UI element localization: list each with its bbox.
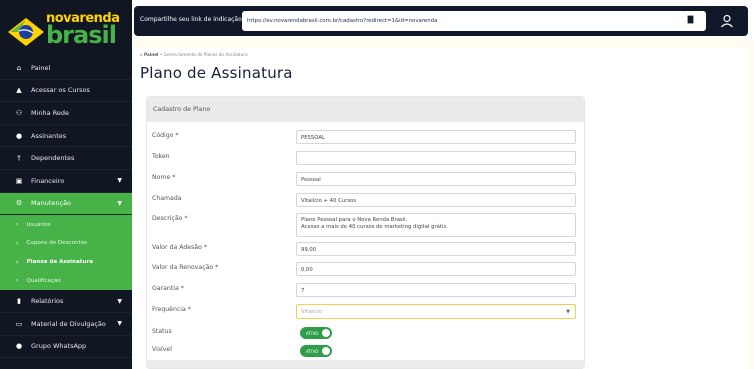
visivel-toggle[interactable]: ATIVO <box>300 345 332 357</box>
chevron-right-icon: › <box>16 258 19 266</box>
right-accent-strip <box>746 40 754 369</box>
sidebar-subitem-label: Usuários <box>26 221 51 228</box>
brazil-flag-logo-icon <box>8 18 44 46</box>
sidebar-item-painel[interactable]: ⌂ Painel <box>0 57 132 80</box>
sidebar-item-financeiro[interactable]: ▣ Financeiro ▼ <box>0 170 132 193</box>
bar-chart-icon: ▮ <box>17 297 21 306</box>
frequencia-select[interactable]: Vitalício ▼ <box>296 304 576 319</box>
graduation-cap-icon: ▲ <box>16 86 22 95</box>
chevron-right-icon: › <box>16 277 19 285</box>
valor-adesao-label: Valor da Adesão * <box>152 244 207 251</box>
referral-link-field[interactable]: https://ev.novarendabrasil.com.br/cadast… <box>242 11 706 31</box>
status-toggle[interactable]: ATIVO <box>300 327 332 339</box>
card-footer <box>147 360 584 368</box>
sidebar-item-minha-rede[interactable]: ⚇ Minha Rede <box>0 102 132 125</box>
card-header: Cadastro de Plano <box>147 97 584 122</box>
chevron-down-icon: ▼ <box>117 320 122 328</box>
token-field[interactable] <box>296 151 576 165</box>
sidebar-item-label: Relatórios <box>31 297 64 306</box>
sidebar-submenu-manutencao: › Usuários › Cupons de Descontos › Plano… <box>0 215 132 291</box>
brand-logo[interactable]: novarenda brasil <box>6 8 128 52</box>
sidebar-subitem-cupons[interactable]: › Cupons de Descontos <box>0 234 132 253</box>
status-label: Status <box>152 328 172 335</box>
garantia-label: Garantia * <box>152 285 184 292</box>
sidebar-item-label: Grupo WhatsApp <box>31 342 87 351</box>
visivel-toggle-text: ATIVO <box>306 348 319 354</box>
chevron-down-icon: ▼ <box>566 309 570 315</box>
sidebar-item-relatorios[interactable]: ▮ Relatórios ▼ <box>0 290 132 313</box>
descricao-line-2: Acesso a mais de 40 cursos de marketing … <box>301 223 448 230</box>
nome-field[interactable]: Pessoal <box>296 172 576 186</box>
chamada-label: Chamada <box>152 195 182 202</box>
card-header-title: Cadastro de Plano <box>153 106 211 113</box>
sidebar-subitem-label: Planos de Assinatura <box>26 259 93 266</box>
page-title: Plano de Assinatura <box>140 64 293 82</box>
sidebar-subitem-planos[interactable]: › Planos de Assinatura <box>0 253 132 272</box>
sidebar-item-label: Assinantes <box>31 131 67 140</box>
visivel-label: Visível <box>152 346 172 353</box>
sidebar-item-label: Acessar os Cursos <box>31 86 90 95</box>
descricao-label: Descrição * <box>152 215 188 222</box>
network-icon: ⚇ <box>15 108 23 117</box>
user-profile-icon[interactable] <box>720 14 734 28</box>
toggle-knob <box>322 329 330 337</box>
sidebar-subitem-qualificacao[interactable]: › Qualificação <box>0 272 132 291</box>
sidebar-item-manutencao[interactable]: ⚙ Manutenção ▼ <box>0 192 132 216</box>
valor-renovacao-field[interactable]: 0,00 <box>296 262 576 276</box>
chamada-field[interactable]: Vitalício + 40 Cursos <box>296 193 576 207</box>
top-bar: Compartilhe seu link de indicação: https… <box>134 6 748 36</box>
valor-adesao-field[interactable]: 99,00 <box>296 242 576 256</box>
chevron-right-icon: › <box>16 239 19 247</box>
breadcrumb-separator: • <box>159 52 163 57</box>
brand-name-bottom: brasil <box>46 21 117 49</box>
breadcrumb-current: Gerenciamento de Planos de Assinatura <box>163 52 248 57</box>
gear-icon: ⚙ <box>15 199 23 208</box>
breadcrumb: ⌂ Painel • Gerenciamento de Planos de As… <box>140 52 248 57</box>
sidebar-subitem-usuarios[interactable]: › Usuários <box>0 215 132 234</box>
nome-label: Nome * <box>152 174 176 181</box>
chevron-down-icon: ▼ <box>117 297 122 305</box>
valor-renovacao-label: Valor da Renovação * <box>152 264 219 271</box>
toggle-knob <box>322 347 330 355</box>
chevron-down-icon: ▼ <box>117 177 122 185</box>
codigo-label: Código * <box>152 132 179 139</box>
chat-icon: ● <box>15 342 23 351</box>
chevron-right-icon: › <box>16 221 19 229</box>
money-icon: ▣ <box>15 176 23 185</box>
sidebar-item-whatsapp[interactable]: ● Grupo WhatsApp <box>0 336 132 359</box>
status-toggle-text: ATIVO <box>306 330 319 336</box>
sidebar-item-cursos[interactable]: ▲ Acessar os Cursos <box>0 80 132 103</box>
sidebar-item-dependentes[interactable]: † Dependentes <box>0 147 132 170</box>
frequencia-selected-value: Vitalício <box>301 309 322 315</box>
folder-open-icon: ▭ <box>15 319 23 328</box>
top-accent-strip <box>134 37 748 47</box>
sidebar-item-assinantes[interactable]: ● Assinantes <box>0 125 132 148</box>
person-icon: † <box>17 154 21 163</box>
garantia-field[interactable]: 7 <box>296 283 576 297</box>
sidebar-item-label: Manutenção <box>31 199 72 208</box>
sidebar-item-material[interactable]: ▭ Material de Divulgação ▼ <box>0 313 132 336</box>
sidebar-item-label: Minha Rede <box>31 108 70 117</box>
sidebar-menu: ⌂ Painel ▲ Acessar os Cursos ⚇ Minha Red… <box>0 57 132 359</box>
token-label: Token <box>152 153 170 160</box>
home-icon: ⌂ <box>16 63 22 72</box>
frequencia-label: Frequência * <box>152 306 191 313</box>
sidebar-subitem-label: Cupons de Descontos <box>26 240 88 247</box>
descricao-textarea[interactable]: Plano Pessoal para o Nova Renda Brasil. … <box>296 213 576 237</box>
copy-icon[interactable] <box>682 14 696 28</box>
user-icon: ● <box>15 131 23 140</box>
sidebar: novarenda brasil ⌂ Painel ▲ Acessar os C… <box>0 0 132 369</box>
share-link-label: Compartilhe seu link de indicação: <box>140 16 244 23</box>
chevron-down-icon: ▼ <box>117 199 122 207</box>
home-icon[interactable]: ⌂ <box>140 52 143 57</box>
sidebar-item-label: Dependentes <box>31 154 75 163</box>
codigo-field[interactable]: PESSOAL <box>296 130 576 144</box>
breadcrumb-home[interactable]: Painel <box>144 52 158 57</box>
sidebar-item-label: Financeiro <box>31 176 65 185</box>
sidebar-subitem-label: Qualificação <box>26 277 61 284</box>
sidebar-item-label: Painel <box>31 63 51 72</box>
sidebar-item-label: Material de Divulgação <box>31 319 106 328</box>
